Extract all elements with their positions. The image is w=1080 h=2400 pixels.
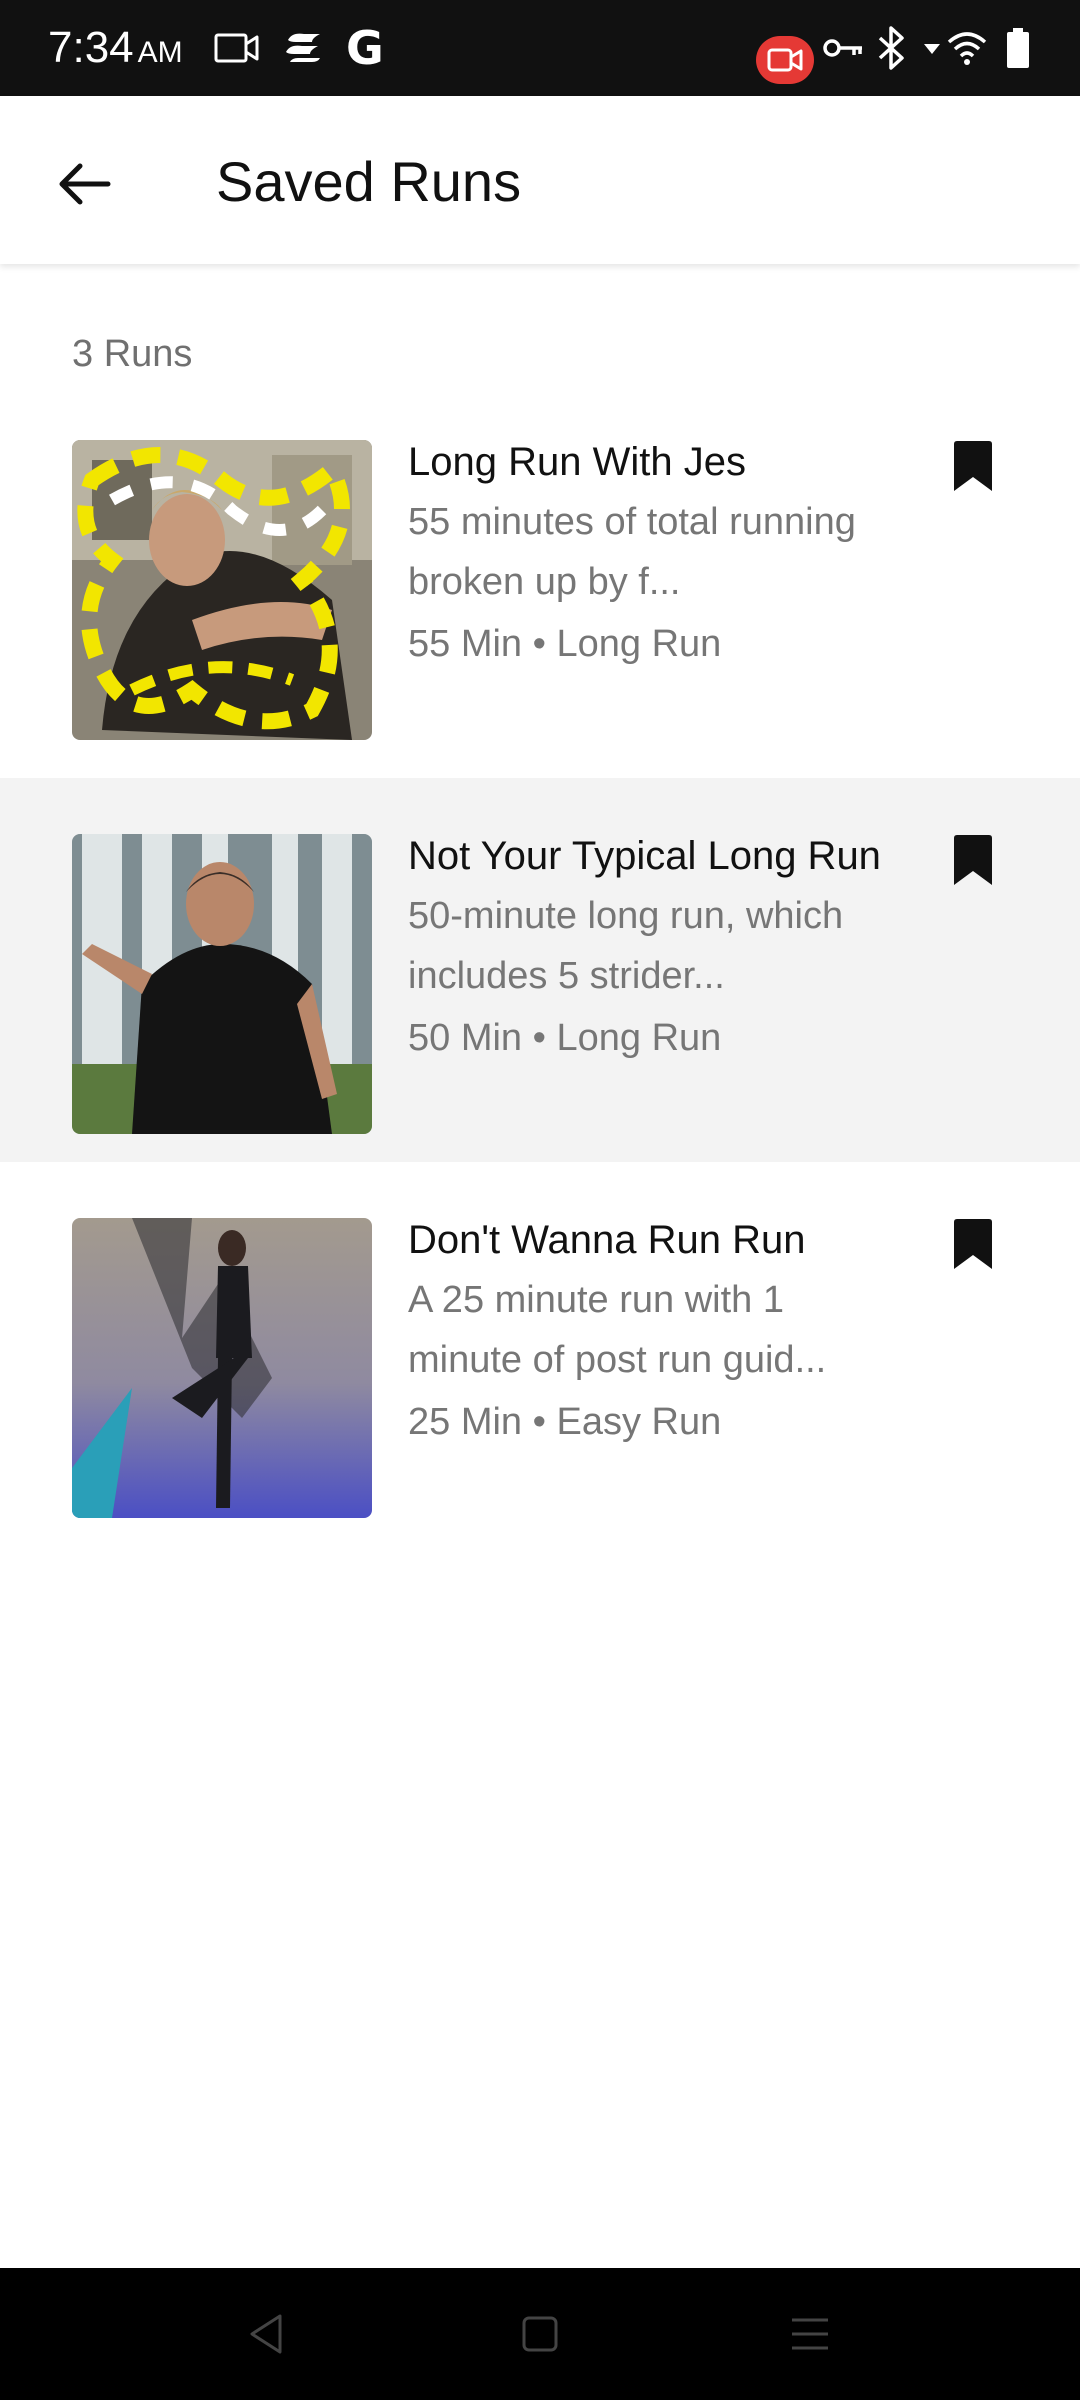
- run-title: Don't Wanna Run Run: [408, 1218, 806, 1262]
- run-description: A 25 minute run with 1 minute of post ru…: [408, 1279, 827, 1381]
- back-button[interactable]: [40, 140, 128, 228]
- run-count: 3 Runs: [72, 333, 193, 375]
- list-item-run-3[interactable]: Don't Wanna Run Run A 25 minute run with…: [0, 1162, 1080, 1546]
- bookmark-button[interactable]: [946, 830, 1000, 890]
- bookmark-filled-icon: [954, 441, 992, 491]
- wifi-icon: [946, 24, 988, 72]
- vpn-key-icon: [822, 24, 864, 72]
- page-title: Saved Runs: [216, 150, 522, 213]
- run-meta: 25 Min • Easy Run: [408, 1401, 722, 1443]
- arrow-left-icon: [59, 163, 111, 205]
- run-text: Long Run With Jes 55 minutes of total ru…: [408, 432, 908, 670]
- status-time-value: 7:34: [48, 23, 134, 72]
- dont-wanna-run-run-thumbnail: [72, 1218, 372, 1518]
- run-title: Not Your Typical Long Run: [408, 834, 881, 878]
- run-text: Not Your Typical Long Run 50-minute long…: [408, 826, 908, 1064]
- list-item-run-1[interactable]: Long Run With Jes 55 minutes of total ru…: [0, 384, 1080, 768]
- run-description: 55 minutes of total running broken up by…: [408, 501, 856, 603]
- signal-arrow-icon: [922, 24, 942, 72]
- nav-menu-button[interactable]: [774, 2298, 846, 2370]
- app-icon: [282, 24, 326, 72]
- nav-home-button[interactable]: [504, 2298, 576, 2370]
- status-time: 7:34 AM: [48, 22, 183, 79]
- bookmark-button[interactable]: [946, 1214, 1000, 1274]
- run-text: Don't Wanna Run Run A 25 minute run with…: [408, 1210, 908, 1448]
- system-nav-bar: [0, 2268, 1080, 2400]
- bookmark-filled-icon: [954, 1219, 992, 1269]
- not-your-typical-long-run-thumbnail: [72, 834, 372, 1134]
- back-triangle-icon: [250, 2314, 282, 2354]
- bluetooth-icon: [874, 24, 908, 72]
- screen-record-icon: [756, 36, 814, 84]
- status-bar: 7:34 AM G: [0, 0, 1080, 96]
- battery-icon: [1004, 24, 1032, 72]
- bookmark-filled-icon: [954, 835, 992, 885]
- google-g-icon: G: [346, 21, 384, 75]
- app-bar: Saved Runs: [0, 96, 1080, 264]
- run-meta: 55 Min • Long Run: [408, 623, 722, 665]
- long-run-with-jes-thumbnail: [72, 440, 372, 740]
- video-camera-icon: [214, 24, 260, 72]
- nav-back-button[interactable]: [230, 2298, 302, 2370]
- home-square-icon: [522, 2316, 558, 2352]
- status-time-ampm: AM: [137, 36, 183, 69]
- run-meta: 50 Min • Long Run: [408, 1017, 722, 1059]
- bookmark-button[interactable]: [946, 436, 1000, 496]
- run-description: 50-minute long run, which includes 5 str…: [408, 895, 844, 997]
- menu-lines-icon: [792, 2318, 828, 2350]
- list-item-run-2[interactable]: Not Your Typical Long Run 50-minute long…: [0, 778, 1080, 1162]
- run-title: Long Run With Jes: [408, 440, 746, 484]
